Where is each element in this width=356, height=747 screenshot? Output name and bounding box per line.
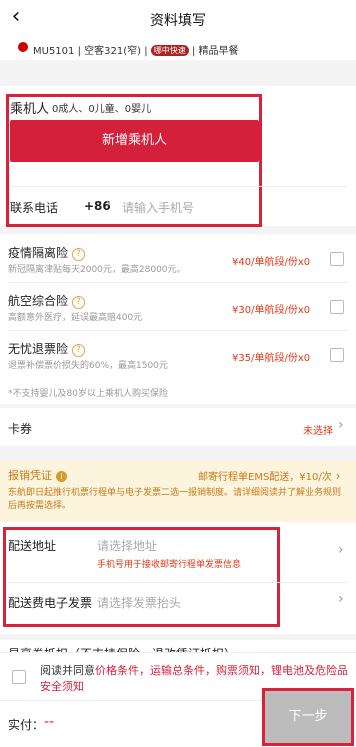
invoice-chevron-icon: › xyxy=(338,591,344,607)
coupon-chevron-icon: › xyxy=(338,417,344,433)
airline-logo-icon xyxy=(18,42,28,52)
help-icon[interactable]: ? xyxy=(72,296,86,309)
address-label: 配送地址 xyxy=(8,539,57,553)
pay-value: -- xyxy=(44,714,55,730)
help-icon[interactable]: ? xyxy=(72,248,86,261)
divider xyxy=(8,330,348,331)
insurance-desc-1: 新冠隔离津贴每天2000元，最高28000元。 xyxy=(8,265,186,275)
address-select[interactable]: 请选择地址 xyxy=(97,537,157,554)
add-passenger-button[interactable]: 新增乘机人 xyxy=(10,120,259,162)
reimburse-label: 报销凭证 i xyxy=(8,467,67,483)
reimburse-option[interactable]: 邮寄行程单EMS配送，¥10/次 › xyxy=(198,468,340,483)
insurance-price-2: ¥30/单航段/份x0 xyxy=(232,305,311,316)
flight-info-bar: MU5101 | 空客321(窄) | 哪中快速 | 精品早餐 xyxy=(0,38,356,60)
insurance-note: *不支持婴儿及80岁以上乘机人购买保险 xyxy=(8,389,168,399)
flight-badge: 哪中快速 xyxy=(150,45,189,56)
invoice-select[interactable]: 请选择发票抬头 xyxy=(97,594,181,611)
page-title: 资料填写 xyxy=(150,13,206,29)
pay-label: 实付： xyxy=(8,718,45,732)
insurance-title-2: 航空综合险? xyxy=(8,292,86,309)
insurance-desc-3: 退票补偿票价损失的60%，最高1500元 xyxy=(8,361,168,371)
insurance-checkbox-3[interactable] xyxy=(330,348,344,362)
country-code-chevron-icon: › xyxy=(106,196,111,210)
insurance-title-1: 疫情隔离险? xyxy=(8,244,86,261)
passenger-label: 乘机人 xyxy=(10,102,50,117)
passenger-counts: 0成人、0儿童、0婴儿 xyxy=(52,104,152,115)
header-bar: ‹ 资料填写 xyxy=(0,0,356,38)
address-hint: 手机号用于接收邮寄行程单发票信息 xyxy=(97,560,242,570)
info-icon[interactable]: i xyxy=(56,471,67,482)
next-button[interactable]: 下一步 xyxy=(265,691,351,743)
insurance-desc-2: 高额意外医疗，延误最高赔400元 xyxy=(8,313,143,323)
divider xyxy=(8,282,348,283)
address-chevron-icon: › xyxy=(338,542,344,558)
insurance-price-3: ¥35/单航段/份x0 xyxy=(232,353,311,364)
help-icon[interactable]: ? xyxy=(72,344,86,357)
insurance-price-1: ¥40/单航段/份x0 xyxy=(232,257,311,268)
coupon-label: 卡券 xyxy=(8,422,33,436)
divider xyxy=(10,186,346,187)
insurance-title-3: 无忧退票险? xyxy=(8,340,86,357)
insurance-checkbox-1[interactable] xyxy=(330,252,344,266)
divider xyxy=(8,582,348,583)
invoice-label: 配送费电子发票 xyxy=(8,596,93,610)
contact-label: 联系电话 xyxy=(10,201,59,215)
reimburse-desc: 东航即日起推行机票行程单与电子发票二选一报销制度。请详细阅读并了解业务规则后再按… xyxy=(8,488,342,511)
insurance-checkbox-2[interactable] xyxy=(330,300,344,314)
agreement-checkbox[interactable] xyxy=(12,670,26,684)
flight-info-pre: MU5101 | 空客321(窄) | xyxy=(33,46,148,57)
flight-info-post: | 精品早餐 xyxy=(191,46,239,57)
coupon-value: 未选择 xyxy=(303,426,333,437)
phone-input[interactable]: 请输入手机号 xyxy=(122,199,194,216)
